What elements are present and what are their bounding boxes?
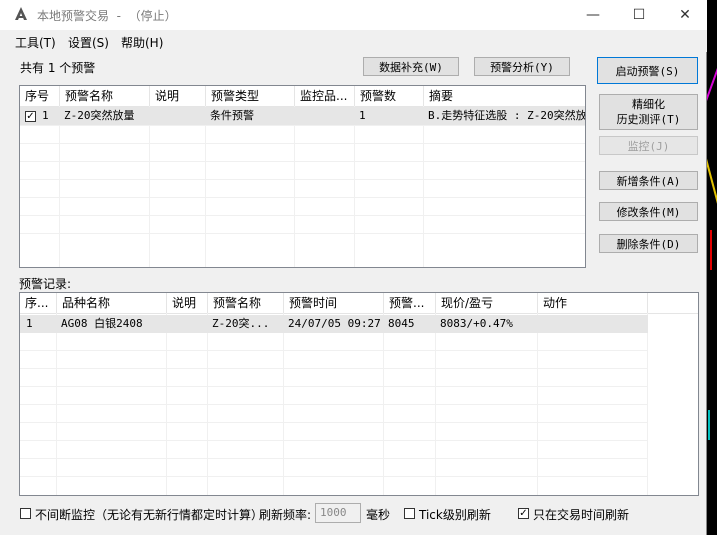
records-table: 序... 品种名称 说明 预警名称 预警时间 预警... 现价/盈亏 动作 1 … xyxy=(19,292,699,496)
chart-line-cyan xyxy=(708,410,710,440)
menu-tools[interactable]: 工具(T) xyxy=(15,34,56,51)
col-rec-action[interactable]: 动作 xyxy=(538,293,648,313)
close-icon: ✕ xyxy=(679,7,691,23)
warnings-table-row[interactable]: ✓ 1 Z-20突然放量 条件预警 1 B.走势特征选股 : Z-20突然放量 xyxy=(20,107,585,125)
menu-settings[interactable]: 设置(S) xyxy=(68,34,109,51)
continuous-monitor-checkbox[interactable] xyxy=(20,508,31,519)
col-rec-warn-name[interactable]: 预警名称 xyxy=(208,293,284,313)
cell-rec-action xyxy=(538,315,648,333)
warnings-table: 序号 预警名称 说明 预警类型 监控品... 预警数 摘要 ✓ 1 Z-20突然… xyxy=(19,85,586,268)
trading-hours-label: 只在交易时间刷新 xyxy=(533,508,630,522)
maximize-icon: ☐ xyxy=(632,7,646,23)
cell-rec-desc xyxy=(167,315,208,333)
warning-count-label: 共有 1 个预警 xyxy=(20,61,96,75)
records-table-header: 序... 品种名称 说明 预警名称 预警时间 预警... 现价/盈亏 动作 xyxy=(20,293,698,314)
records-label: 预警记录: xyxy=(19,277,72,291)
cell-warn-name: Z-20突然放量 xyxy=(64,109,135,122)
add-condition-button[interactable]: 新增条件(A) xyxy=(599,171,698,190)
refine-backtest-button[interactable]: 精细化 历史测评(T) xyxy=(599,94,698,130)
col-rec-time[interactable]: 预警时间 xyxy=(284,293,384,313)
backtest-label: 历史测评(T) xyxy=(616,113,681,126)
refresh-rate-label: 刷新频率: xyxy=(259,508,312,522)
delete-condition-button[interactable]: 删除条件(D) xyxy=(599,234,698,253)
start-warning-button[interactable]: 启动预警(S) xyxy=(597,57,698,84)
col-rec-price[interactable]: 预警... xyxy=(384,293,436,313)
close-button[interactable]: ✕ xyxy=(662,0,708,30)
milliseconds-label: 毫秒 xyxy=(366,508,391,522)
cell-rec-index: 1 xyxy=(26,317,33,330)
cell-desc xyxy=(150,107,206,125)
cell-warn-count: 1 xyxy=(359,109,366,122)
menu-help[interactable]: 帮助(H) xyxy=(121,34,163,51)
background-chart-strip xyxy=(698,0,717,535)
minimize-button[interactable]: — xyxy=(570,0,616,30)
trading-hours-checkbox[interactable]: ✓ xyxy=(518,508,529,519)
col-rec-pnl[interactable]: 现价/盈亏 xyxy=(436,293,538,313)
cell-summary: B.走势特征选股 : Z-20突然放量 xyxy=(428,109,585,122)
col-warn-count[interactable]: 预警数 xyxy=(355,86,424,106)
chart-line-red xyxy=(710,230,712,270)
col-index[interactable]: 序号 xyxy=(20,86,60,106)
cell-rec-warn-name: Z-20突... xyxy=(212,317,270,330)
col-desc[interactable]: 说明 xyxy=(150,86,206,106)
minimize-icon: — xyxy=(586,7,600,23)
warn-analysis-button[interactable]: 预警分析(Y) xyxy=(474,57,570,76)
cell-rec-product: AG08 白银2408 xyxy=(61,317,143,330)
window-status: （停止） xyxy=(128,9,177,23)
cell-rec-pnl: 8083/+0.47% xyxy=(440,317,513,330)
edit-condition-button[interactable]: 修改条件(M) xyxy=(599,202,698,221)
app-logo-icon xyxy=(15,7,27,20)
col-rec-desc[interactable]: 说明 xyxy=(167,293,208,313)
cell-rec-price: 8045 xyxy=(388,317,415,330)
tick-refresh-checkbox[interactable] xyxy=(404,508,415,519)
cell-rec-time: 24/07/05 09:27 xyxy=(288,317,381,330)
tick-refresh-label: Tick级别刷新 xyxy=(419,508,491,522)
col-rec-index[interactable]: 序... xyxy=(20,293,57,313)
data-fill-button[interactable]: 数据补充(W) xyxy=(363,57,459,76)
col-warn-type[interactable]: 预警类型 xyxy=(206,86,295,106)
continuous-monitor-label: 不间断监控（无论有无新行情都定时计算） xyxy=(35,508,264,522)
row-enable-checkbox[interactable]: ✓ xyxy=(25,111,36,122)
menu-bar: 工具(T) 设置(S) 帮助(H) xyxy=(0,30,707,52)
refresh-rate-input[interactable]: 1000 xyxy=(315,503,361,523)
cell-index: 1 xyxy=(42,109,49,122)
col-monitor[interactable]: 监控品... xyxy=(295,86,355,106)
records-table-row[interactable]: 1 AG08 白银2408 Z-20突... 24/07/05 09:27 80… xyxy=(20,315,648,333)
warnings-table-header: 序号 预警名称 说明 预警类型 监控品... 预警数 摘要 xyxy=(20,86,585,107)
refine-label: 精细化 xyxy=(632,98,665,111)
cell-warn-type: 条件预警 xyxy=(210,109,254,122)
col-rec-product[interactable]: 品种名称 xyxy=(57,293,167,313)
window-title: 本地预警交易 - （停止） xyxy=(37,9,177,23)
alert-trading-window: 本地预警交易 - （停止） — ☐ ✕ 工具(T) 设置(S) 帮助(H) 共有… xyxy=(0,0,707,535)
title-bar: 本地预警交易 - （停止） — ☐ ✕ xyxy=(0,0,707,30)
monitor-button[interactable]: 监控(J) xyxy=(599,136,698,155)
col-summary[interactable]: 摘要 xyxy=(424,86,585,106)
maximize-button[interactable]: ☐ xyxy=(616,0,662,30)
col-warn-name[interactable]: 预警名称 xyxy=(60,86,150,106)
cell-monitor xyxy=(295,107,355,125)
